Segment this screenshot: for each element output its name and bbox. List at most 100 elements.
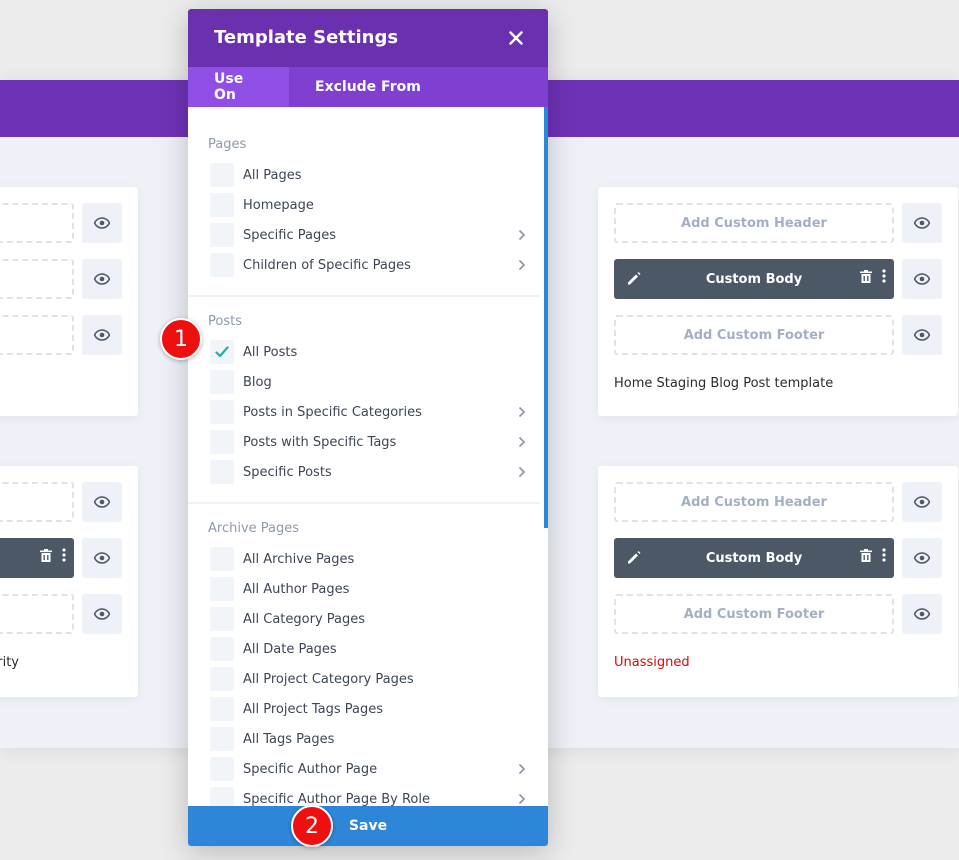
pencil-icon[interactable] [626, 270, 642, 286]
checkbox[interactable] [210, 667, 234, 691]
custom-body-label: Custom Body [705, 550, 803, 566]
checkbox[interactable] [210, 163, 234, 187]
template-card-title[interactable]: rity [0, 655, 19, 670]
eye-icon[interactable] [902, 482, 942, 522]
section-title-archive-pages: Archive Pages [208, 521, 300, 536]
option-specific-author-page-by-role[interactable]: Specific Author Page By Role [210, 786, 528, 806]
checkbox[interactable] [210, 460, 234, 484]
tab-exclude-from[interactable]: Exclude From [289, 67, 447, 107]
option-children-of-specific-pages[interactable]: Children of Specific Pages [210, 252, 528, 278]
save-button[interactable]: Save [188, 806, 548, 846]
option-all-posts[interactable]: All Posts [210, 339, 528, 365]
chevron-right-icon[interactable] [516, 793, 528, 805]
custom-body-slot[interactable] [0, 538, 74, 578]
section-title-posts: Posts [208, 314, 242, 329]
chevron-right-icon[interactable] [516, 406, 528, 418]
option-label: Blog [243, 374, 272, 390]
option-homepage[interactable]: Homepage [210, 192, 528, 218]
eye-icon[interactable] [82, 315, 122, 355]
close-icon[interactable] [506, 28, 526, 48]
eye-icon[interactable] [82, 538, 122, 578]
option-all-author-pages[interactable]: All Author Pages [210, 576, 528, 602]
unassigned-label[interactable]: Unassigned [614, 655, 690, 670]
option-all-pages[interactable]: All Pages [210, 162, 528, 188]
trash-icon[interactable] [860, 548, 872, 562]
custom-body-slot[interactable]: Custom Body [614, 259, 894, 299]
chevron-right-icon[interactable] [516, 763, 528, 775]
footer-slot[interactable] [0, 315, 74, 355]
more-vertical-icon[interactable] [882, 269, 886, 283]
trash-icon[interactable] [860, 269, 872, 283]
option-all-archive-pages[interactable]: All Archive Pages [210, 546, 528, 572]
option-posts-with-specific-tags[interactable]: Posts with Specific Tags [210, 429, 528, 455]
option-label: All Archive Pages [243, 551, 355, 567]
option-specific-pages[interactable]: Specific Pages [210, 222, 528, 248]
checkbox[interactable] [210, 787, 234, 806]
option-all-project-tags-pages[interactable]: All Project Tags Pages [210, 696, 528, 722]
option-posts-in-specific-categories[interactable]: Posts in Specific Categories [210, 399, 528, 425]
eye-icon[interactable] [82, 594, 122, 634]
option-specific-posts[interactable]: Specific Posts [210, 459, 528, 485]
checkbox[interactable] [210, 757, 234, 781]
option-all-category-pages[interactable]: All Category Pages [210, 606, 528, 632]
body-slot[interactable] [0, 259, 74, 299]
checkbox[interactable] [210, 697, 234, 721]
step-badge-2: 2 [291, 805, 333, 847]
eye-icon[interactable] [902, 259, 942, 299]
option-label: Posts in Specific Categories [243, 404, 422, 420]
trash-icon[interactable] [40, 548, 52, 562]
footer-slot[interactable] [0, 594, 74, 634]
pencil-icon[interactable] [626, 549, 642, 565]
eye-icon[interactable] [902, 538, 942, 578]
template-card-title[interactable]: Home Staging Blog Post template [614, 376, 833, 391]
scrollbar[interactable] [544, 107, 548, 528]
eye-icon[interactable] [902, 594, 942, 634]
add-custom-header-slot[interactable]: Add Custom Header [614, 203, 894, 243]
checkbox[interactable] [210, 637, 234, 661]
option-all-project-category-pages[interactable]: All Project Category Pages [210, 666, 528, 692]
checkbox[interactable] [210, 727, 234, 751]
checkbox[interactable] [210, 547, 234, 571]
chevron-right-icon[interactable] [516, 466, 528, 478]
option-all-tags-pages[interactable]: All Tags Pages [210, 726, 528, 752]
checkbox[interactable] [210, 223, 234, 247]
option-label: All Posts [243, 344, 298, 360]
option-label: Specific Pages [243, 227, 336, 243]
eye-icon[interactable] [82, 259, 122, 299]
add-custom-footer-slot[interactable]: Add Custom Footer [614, 594, 894, 634]
option-blog[interactable]: Blog [210, 369, 528, 395]
option-specific-author-page[interactable]: Specific Author Page [210, 756, 528, 782]
more-vertical-icon[interactable] [62, 548, 66, 562]
chevron-right-icon[interactable] [516, 229, 528, 241]
custom-body-slot[interactable]: Custom Body [614, 538, 894, 578]
eye-icon[interactable] [902, 203, 942, 243]
eye-icon[interactable] [82, 203, 122, 243]
add-custom-header-slot[interactable]: Add Custom Header [614, 482, 894, 522]
template-settings-modal: Template Settings Use On Exclude From Pa… [188, 9, 548, 846]
chevron-right-icon[interactable] [516, 436, 528, 448]
eye-icon[interactable] [82, 482, 122, 522]
step-badge-1: 1 [160, 318, 202, 360]
section-divider [188, 502, 540, 504]
checkbox[interactable] [210, 253, 234, 277]
header-slot[interactable] [0, 482, 74, 522]
option-label: All Pages [243, 167, 302, 183]
option-all-date-pages[interactable]: All Date Pages [210, 636, 528, 662]
checkbox[interactable] [210, 430, 234, 454]
checkbox[interactable] [210, 577, 234, 601]
checkbox[interactable] [210, 193, 234, 217]
more-vertical-icon[interactable] [882, 548, 886, 562]
add-custom-footer-slot[interactable]: Add Custom Footer [614, 315, 894, 355]
header-slot[interactable] [0, 203, 74, 243]
checkbox[interactable] [210, 370, 234, 394]
eye-icon[interactable] [902, 315, 942, 355]
checkbox-checked[interactable] [210, 340, 234, 364]
section-divider [188, 295, 540, 297]
option-label: All Category Pages [243, 611, 366, 627]
template-card-left-bottom: rity [0, 466, 138, 697]
checkbox[interactable] [210, 607, 234, 631]
checkbox[interactable] [210, 400, 234, 424]
chevron-right-icon[interactable] [516, 259, 528, 271]
modal-body[interactable]: Pages All Pages Homepage Specific Pages … [188, 107, 548, 806]
tab-use-on[interactable]: Use On [188, 67, 289, 107]
